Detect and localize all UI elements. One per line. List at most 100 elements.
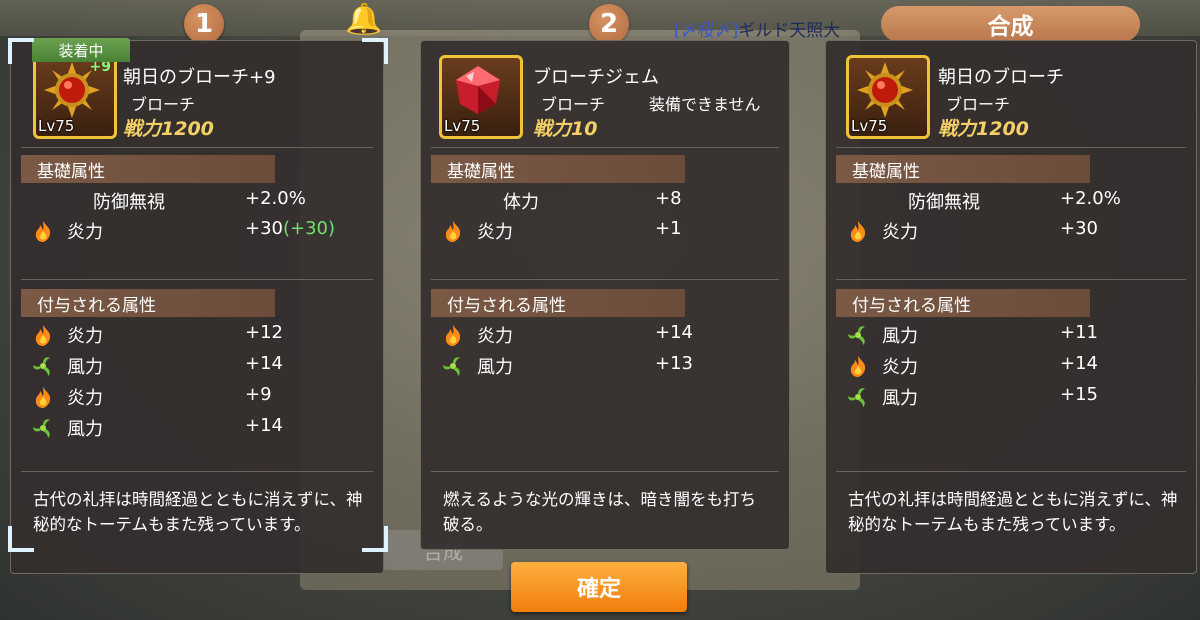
wind-icon bbox=[33, 419, 50, 438]
selection-corner bbox=[8, 526, 34, 552]
selection-corner bbox=[362, 526, 388, 552]
attr-name: 炎力 bbox=[67, 388, 103, 409]
attr-name: 風力 bbox=[67, 357, 103, 378]
panel-slot-1[interactable]: +9 Lv75 朝日のブローチ+9 ブローチ 戦力1200 基礎属性 防御無視 … bbox=[10, 40, 384, 574]
attr-value: +2.0% bbox=[245, 188, 306, 209]
attr-value: +2.0% bbox=[1060, 188, 1121, 209]
wind-icon bbox=[443, 357, 460, 376]
item-description: 古代の礼拝は時間経過とともに消えずに、神秘的なトーテムもまた残っています。 bbox=[33, 490, 363, 534]
panel-result[interactable]: Lv75 朝日のブローチ ブローチ 戦力1200 基礎属性 防御無視 +2.0%… bbox=[825, 40, 1197, 574]
attr-name: 風力 bbox=[477, 357, 513, 378]
wind-icon bbox=[848, 388, 865, 407]
attr-name: 風力 bbox=[882, 326, 918, 347]
attr-value: +13 bbox=[655, 353, 693, 374]
attr-name: 炎力 bbox=[67, 222, 103, 243]
granted-attributes-header: 付与される属性 bbox=[431, 289, 685, 317]
divider bbox=[21, 471, 373, 472]
attr-name: 防御無視 bbox=[93, 192, 165, 213]
attr-name: 体力 bbox=[503, 192, 539, 213]
granted-attr-row: 炎力 +14 bbox=[441, 319, 771, 349]
panel-slot-2[interactable]: Lv75 ブローチジェム ブローチ 装備できません 戦力10 基礎属性 体力 +… bbox=[420, 40, 790, 550]
wind-icon bbox=[848, 326, 865, 345]
item-icon-slot-1: +9 Lv75 bbox=[33, 55, 117, 139]
basic-attr-row: 体力 +8 bbox=[441, 185, 771, 215]
attr-value: +9 bbox=[245, 384, 272, 405]
granted-attributes-header: 付与される属性 bbox=[21, 289, 275, 317]
basic-attributes-header: 基礎属性 bbox=[431, 155, 685, 183]
fire-icon bbox=[445, 325, 461, 346]
attr-bonus: (+30) bbox=[283, 218, 336, 239]
granted-attr-row: 風力 +11 bbox=[846, 319, 1176, 349]
item-level: Lv75 bbox=[851, 117, 888, 135]
attr-name: 風力 bbox=[67, 419, 103, 440]
basic-attr-row: 防御無視 +2.0% bbox=[846, 185, 1176, 215]
attr-name: 炎力 bbox=[882, 357, 918, 378]
attr-value: +14 bbox=[245, 353, 283, 374]
item-type: ブローチ bbox=[131, 95, 196, 114]
item-power: 戦力1200 bbox=[123, 118, 214, 140]
divider bbox=[21, 279, 373, 280]
item-name: ブローチジェム bbox=[533, 67, 659, 88]
confirm-button[interactable]: 確定 bbox=[511, 562, 687, 612]
divider bbox=[836, 279, 1186, 280]
attr-value: +14 bbox=[245, 415, 283, 436]
divider bbox=[21, 147, 373, 148]
bell-icon: 🔔 bbox=[345, 2, 383, 37]
guild-symbol: [〆桜〆] bbox=[674, 21, 739, 41]
item-type: ブローチ bbox=[541, 95, 606, 114]
granted-attr-row: 炎力 +12 bbox=[31, 319, 361, 349]
guild-label: [〆桜〆]ギルド天照大 bbox=[674, 16, 840, 41]
equipped-badge: 装着中 bbox=[32, 38, 130, 62]
granted-attr-row: 炎力 +14 bbox=[846, 350, 1176, 380]
granted-attr-row: 風力 +13 bbox=[441, 350, 771, 380]
attr-value: +12 bbox=[245, 322, 283, 343]
item-description: 燃えるような光の輝きは、暗き闇をも打ち破る。 bbox=[443, 490, 757, 534]
divider bbox=[431, 279, 779, 280]
attr-name: 炎力 bbox=[477, 222, 513, 243]
divider bbox=[836, 147, 1186, 148]
attr-name: 炎力 bbox=[882, 222, 918, 243]
attr-value: +14 bbox=[655, 322, 693, 343]
attr-value: +30(+30) bbox=[245, 218, 335, 239]
attr-value: +11 bbox=[1060, 322, 1098, 343]
basic-attr-row: 炎力 +30(+30) bbox=[31, 215, 361, 245]
basic-attr-row: 防御無視 +2.0% bbox=[31, 185, 361, 215]
result-header: 合成 bbox=[881, 6, 1140, 42]
granted-attr-row: 風力 +14 bbox=[31, 412, 361, 442]
attr-value-main: +30 bbox=[245, 218, 283, 239]
fire-icon bbox=[850, 356, 866, 377]
selection-corner bbox=[8, 38, 34, 64]
selection-corner bbox=[362, 38, 388, 64]
basic-attributes-header: 基礎属性 bbox=[836, 155, 1090, 183]
item-level: Lv75 bbox=[444, 117, 481, 135]
divider bbox=[431, 471, 779, 472]
item-name: 朝日のブローチ bbox=[938, 67, 1064, 88]
fire-icon bbox=[35, 221, 51, 242]
item-name: 朝日のブローチ+9 bbox=[123, 67, 276, 88]
basic-attr-row: 炎力 +30 bbox=[846, 215, 1176, 245]
slot-2-badge: 2 bbox=[589, 4, 629, 44]
granted-attr-row: 風力 +14 bbox=[31, 350, 361, 380]
attr-name: 炎力 bbox=[477, 326, 513, 347]
item-icon-result: Lv75 bbox=[846, 55, 930, 139]
divider bbox=[431, 147, 779, 148]
attr-value: +15 bbox=[1060, 384, 1098, 405]
item-power: 戦力1200 bbox=[938, 118, 1029, 140]
attr-value: +1 bbox=[655, 218, 682, 239]
item-icon-slot-2: Lv75 bbox=[439, 55, 523, 139]
granted-attributes-header: 付与される属性 bbox=[836, 289, 1090, 317]
attr-name: 風力 bbox=[882, 388, 918, 409]
red-gem-icon bbox=[456, 66, 500, 114]
wind-icon bbox=[33, 357, 50, 376]
item-level: Lv75 bbox=[38, 117, 75, 135]
slot-1-badge: 1 bbox=[184, 4, 224, 44]
attr-value: +30 bbox=[1060, 218, 1098, 239]
divider bbox=[836, 471, 1186, 472]
basic-attr-row: 炎力 +1 bbox=[441, 215, 771, 245]
attr-value: +14 bbox=[1060, 353, 1098, 374]
attr-name: 防御無視 bbox=[908, 192, 980, 213]
granted-attr-row: 風力 +15 bbox=[846, 381, 1176, 411]
attr-value: +8 bbox=[655, 188, 682, 209]
fire-icon bbox=[35, 325, 51, 346]
item-type: ブローチ bbox=[946, 95, 1011, 114]
